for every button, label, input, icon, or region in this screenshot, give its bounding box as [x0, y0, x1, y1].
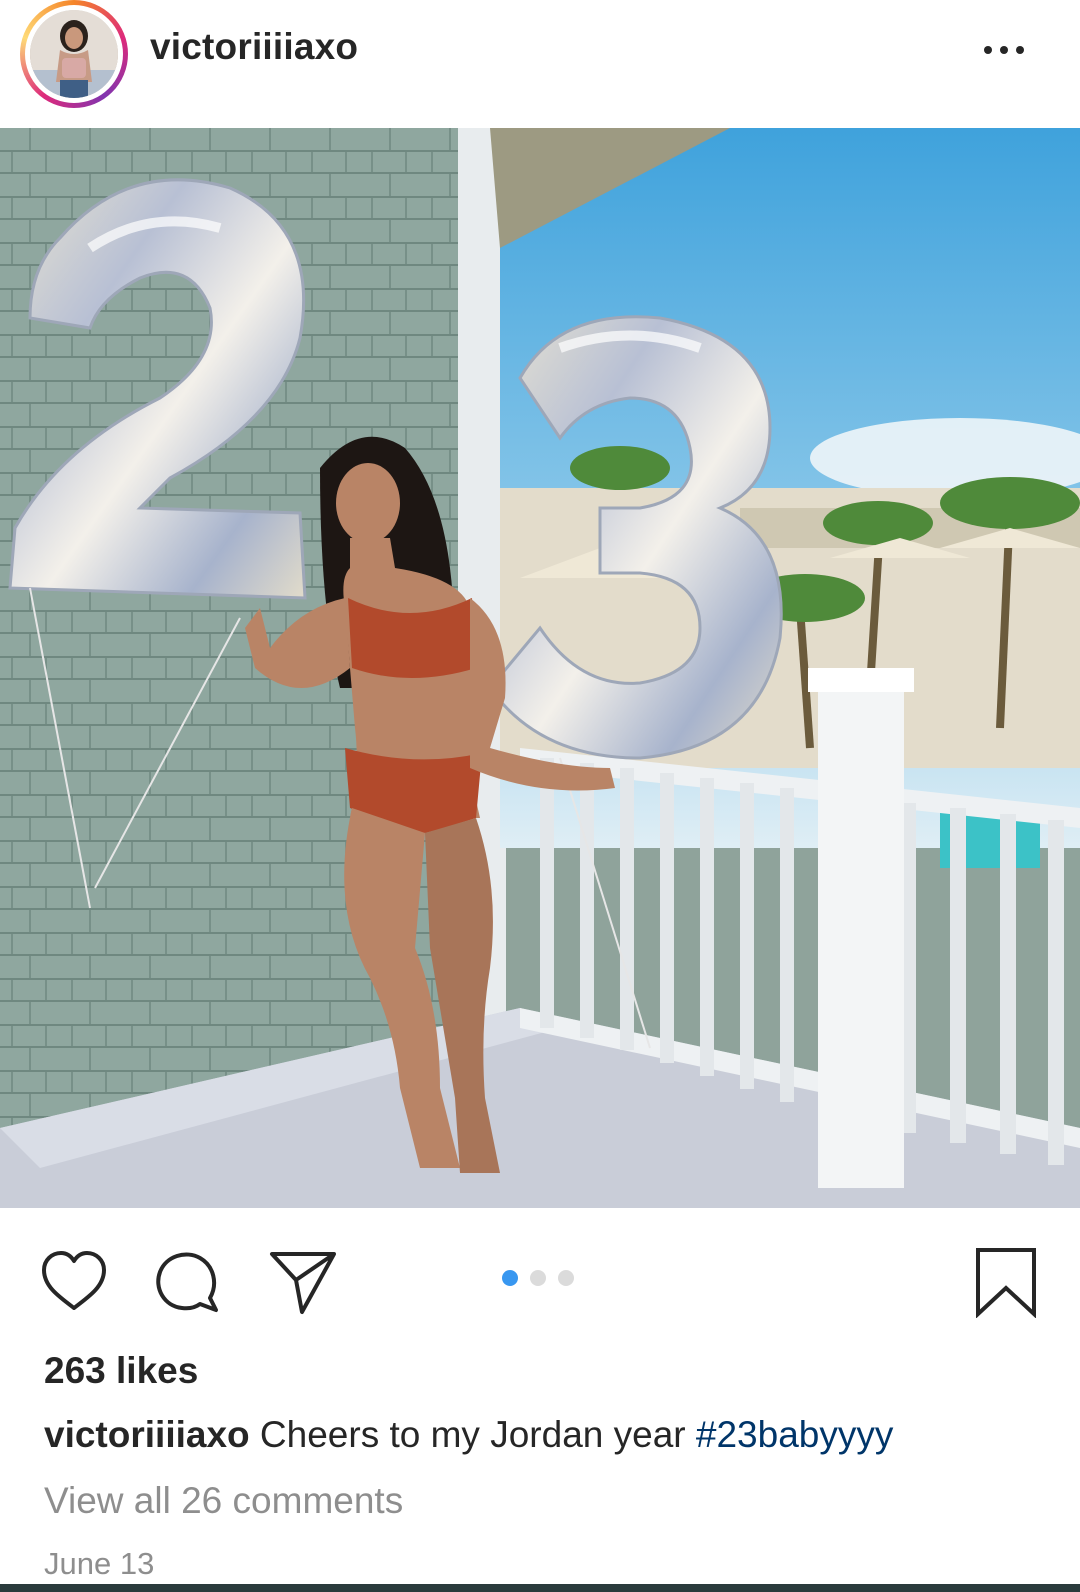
more-options-icon[interactable]	[974, 30, 1034, 70]
more-dot	[1000, 46, 1008, 54]
carousel-dot	[558, 1270, 574, 1286]
like-count[interactable]: 263 likes	[44, 1350, 198, 1392]
avatar-image	[30, 10, 118, 98]
caption-text: Cheers to my Jordan year	[249, 1414, 696, 1455]
avatar[interactable]	[30, 10, 118, 98]
post-header: victoriiiiaxo	[0, 0, 1080, 128]
comment-icon[interactable]	[152, 1246, 224, 1318]
caption-hashtag[interactable]: #23babyyyy	[696, 1414, 893, 1455]
bottom-edge	[0, 1584, 1080, 1592]
post-username[interactable]: victoriiiiaxo	[150, 26, 358, 68]
paper-plane-icon[interactable]	[268, 1246, 340, 1318]
carousel-indicator	[502, 1270, 582, 1286]
heart-icon[interactable]	[38, 1246, 110, 1318]
carousel-dot	[530, 1270, 546, 1286]
post-photo[interactable]	[0, 128, 1080, 1208]
view-comments-link[interactable]: View all 26 comments	[44, 1480, 403, 1522]
post-date: June 13	[44, 1546, 155, 1581]
carousel-dot-active	[502, 1270, 518, 1286]
more-dot	[1016, 46, 1024, 54]
caption: victoriiiiaxo Cheers to my Jordan year #…	[44, 1414, 893, 1456]
more-dot	[984, 46, 992, 54]
bookmark-icon[interactable]	[970, 1246, 1042, 1318]
story-ring[interactable]	[20, 0, 128, 108]
photo-illustration	[0, 128, 1080, 1208]
caption-username[interactable]: victoriiiiaxo	[44, 1414, 250, 1455]
